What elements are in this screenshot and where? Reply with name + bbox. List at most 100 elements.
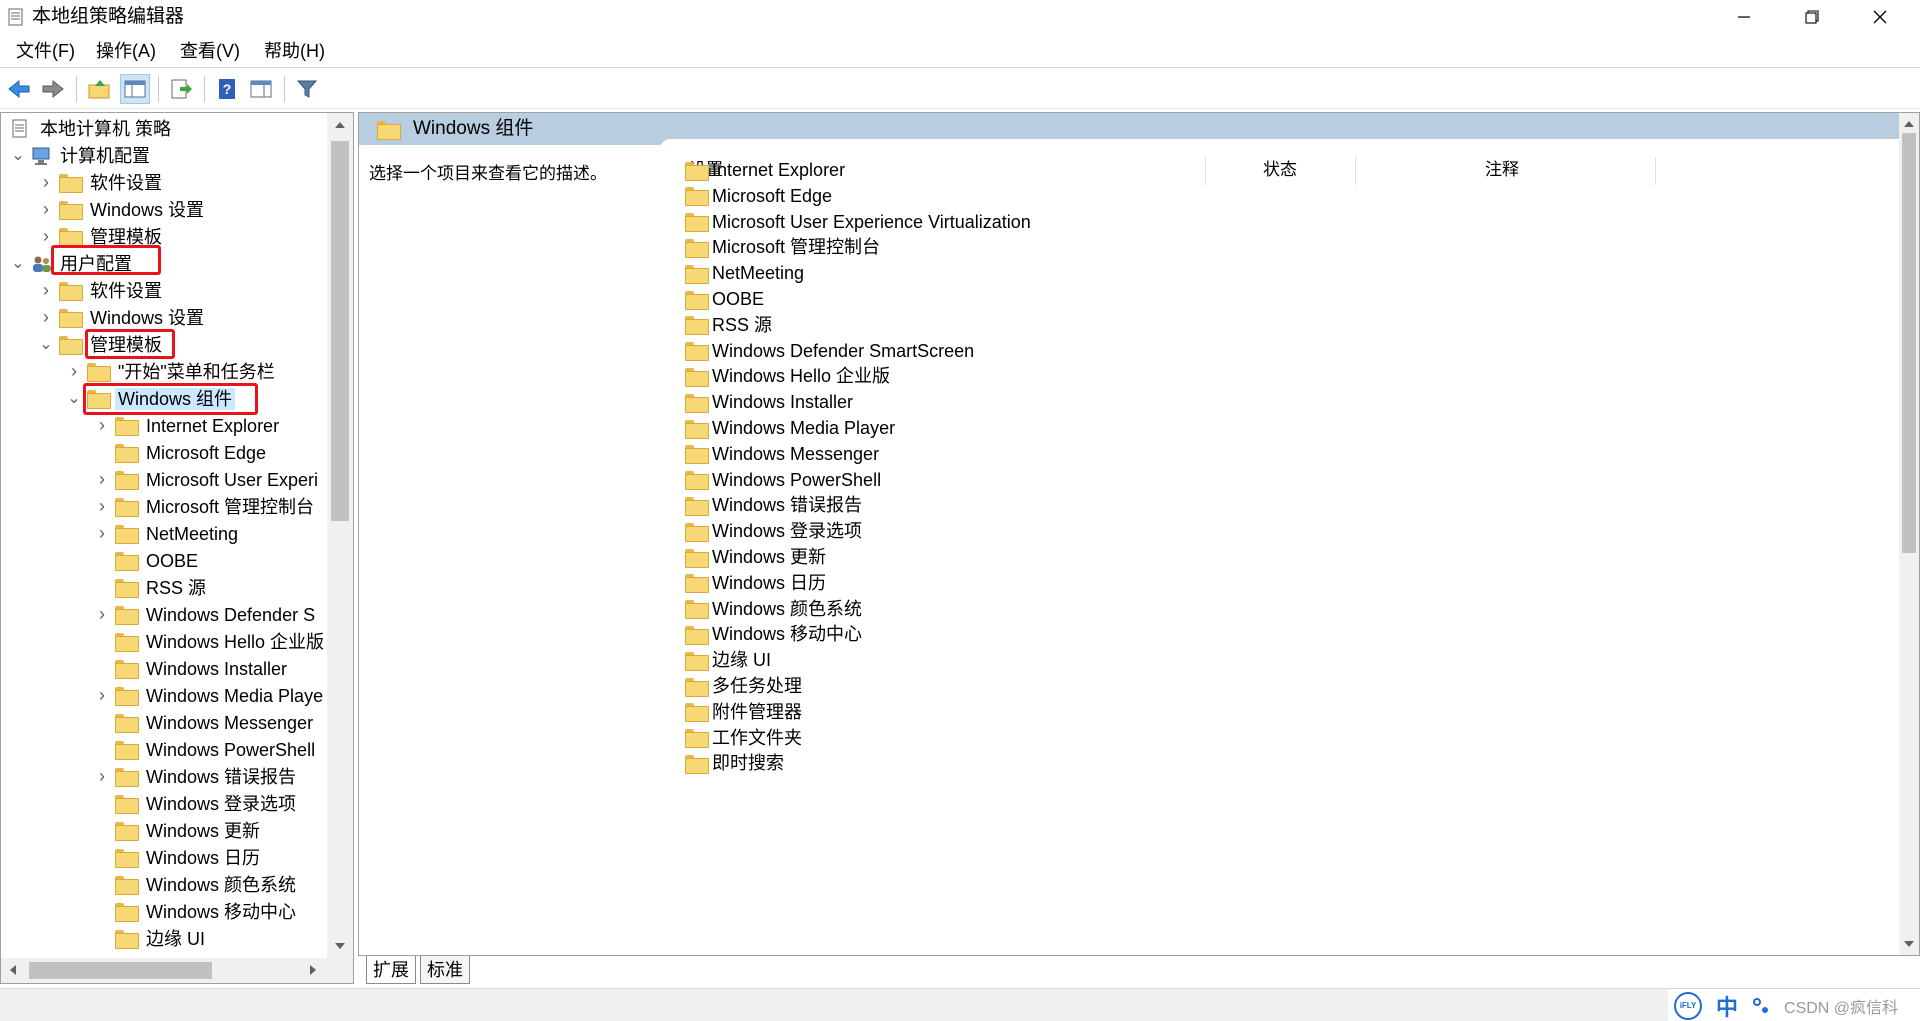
list-item[interactable]: Windows 更新	[685, 544, 826, 570]
list-item[interactable]: 多任务处理	[685, 673, 802, 699]
scroll-up-icon[interactable]	[327, 115, 353, 135]
list-item[interactable]: Windows 登录选项	[685, 518, 862, 544]
menu-action[interactable]: 操作(A)	[94, 40, 158, 62]
forward-button[interactable]	[38, 74, 68, 104]
column-header-comment[interactable]: 注释	[1485, 153, 1565, 187]
ime-toolbar[interactable]: iFLY 中 CSDN @疯信科	[1668, 989, 1920, 1021]
tree-node[interactable]: › "开始"菜单和任务栏	[67, 358, 278, 385]
tree-vertical-scrollbar[interactable]	[327, 113, 353, 958]
expand-chevron-icon[interactable]: ⌄	[67, 385, 81, 412]
list-item[interactable]: RSS 源	[685, 312, 772, 338]
collapse-chevron-icon[interactable]: ›	[67, 358, 81, 385]
expand-chevron-icon[interactable]: ⌄	[39, 331, 53, 358]
tree-node[interactable]: Windows 日历	[95, 844, 263, 871]
details-scroll-thumb[interactable]	[1902, 133, 1916, 553]
collapse-chevron-icon[interactable]: ›	[39, 169, 53, 196]
list-item[interactable]: Windows Defender SmartScreen	[685, 338, 974, 364]
tree-node[interactable]: › Windows Defender S	[95, 601, 318, 628]
tree-node[interactable]: Windows Hello 企业版	[95, 628, 327, 655]
up-folder-button[interactable]	[84, 74, 114, 104]
list-item[interactable]: Microsoft 管理控制台	[685, 234, 880, 260]
list-item[interactable]: Windows Media Player	[685, 415, 895, 441]
export-list-button[interactable]	[166, 74, 196, 104]
tree-node[interactable]: › NetMeeting	[95, 520, 241, 547]
column-separator[interactable]	[1355, 157, 1356, 185]
list-item[interactable]: Windows 日历	[685, 570, 826, 596]
list-item[interactable]: 工作文件夹	[685, 725, 802, 751]
list-item[interactable]: Microsoft User Experience Virtualization	[685, 209, 1031, 235]
list-item[interactable]: Windows 颜色系统	[685, 596, 862, 622]
list-item[interactable]: Windows Installer	[685, 389, 853, 415]
tree-horizontal-scrollbar[interactable]	[1, 958, 353, 983]
list-item[interactable]: 即时搜索	[685, 750, 784, 776]
collapse-chevron-icon[interactable]: ›	[95, 763, 109, 790]
tab-standard[interactable]: 标准	[420, 956, 470, 984]
back-button[interactable]	[4, 74, 34, 104]
tree-node[interactable]: OOBE	[95, 547, 201, 574]
tree-node[interactable]: › 软件设置	[39, 277, 165, 304]
collapse-chevron-icon[interactable]: ›	[95, 493, 109, 520]
tree-node[interactable]: › 软件设置	[39, 169, 165, 196]
tree-node[interactable]: › Windows 错误报告	[95, 763, 299, 790]
scroll-up-icon[interactable]	[1899, 115, 1919, 133]
menu-help[interactable]: 帮助(H)	[262, 40, 327, 62]
tree-node[interactable]: › Windows Media Playe	[95, 682, 326, 709]
tree-node[interactable]: Windows PowerShell	[95, 736, 318, 763]
tree-hscroll-thumb[interactable]	[29, 962, 212, 979]
list-item[interactable]: Windows Messenger	[685, 441, 879, 467]
list-item[interactable]: 边缘 UI	[685, 647, 771, 673]
tree-node[interactable]: › Microsoft User Experi	[95, 466, 321, 493]
expand-chevron-icon[interactable]: ⌄	[11, 250, 25, 277]
column-separator[interactable]	[1655, 157, 1656, 185]
restore-button[interactable]	[1778, 0, 1846, 34]
ifly-logo-icon[interactable]: iFLY	[1674, 991, 1702, 1020]
menu-file[interactable]: 文件(F)	[14, 40, 77, 62]
ime-mode-indicator[interactable]: 中	[1716, 990, 1738, 1021]
scroll-down-icon[interactable]	[327, 936, 353, 956]
collapse-chevron-icon[interactable]: ›	[95, 412, 109, 439]
details-vertical-scrollbar[interactable]	[1899, 113, 1919, 955]
filter-button[interactable]	[292, 74, 322, 104]
tree-node[interactable]: Windows 更新	[95, 817, 263, 844]
punctuation-icon[interactable]	[1752, 997, 1770, 1015]
list-item[interactable]: Windows 错误报告	[685, 492, 862, 518]
tree-scroll-thumb[interactable]	[331, 141, 349, 521]
help-button[interactable]: ?	[212, 74, 242, 104]
list-item[interactable]: Microsoft Edge	[685, 183, 832, 209]
tree-node[interactable]: Microsoft Edge	[95, 439, 269, 466]
collapse-chevron-icon[interactable]: ›	[39, 277, 53, 304]
scroll-down-icon[interactable]	[1899, 935, 1919, 953]
tree-node[interactable]: 本地计算机 策略	[5, 115, 174, 142]
tree-node[interactable]: ⌄ 计算机配置	[11, 142, 153, 169]
tree-node[interactable]: Windows Installer	[95, 655, 290, 682]
list-item[interactable]: Windows Hello 企业版	[685, 363, 890, 389]
tree-node[interactable]: Windows Messenger	[95, 709, 316, 736]
collapse-chevron-icon[interactable]: ›	[95, 466, 109, 493]
column-separator[interactable]	[1205, 157, 1206, 185]
tree-node[interactable]: 边缘 UI	[95, 925, 208, 952]
list-item[interactable]: Windows 移动中心	[685, 621, 862, 647]
scroll-right-icon[interactable]	[303, 958, 323, 983]
expand-chevron-icon[interactable]: ⌄	[11, 142, 25, 169]
collapse-chevron-icon[interactable]: ›	[95, 520, 109, 547]
tree-node[interactable]: Windows 颜色系统	[95, 871, 299, 898]
list-item[interactable]: OOBE	[685, 286, 764, 312]
collapse-chevron-icon[interactable]: ›	[39, 196, 53, 223]
show-hide-tree-button[interactable]	[120, 74, 150, 104]
list-item[interactable]: NetMeeting	[685, 260, 804, 286]
list-item[interactable]: Windows PowerShell	[685, 467, 881, 493]
list-item[interactable]: Internet Explorer	[685, 157, 845, 183]
tree-node[interactable]: › Windows 设置	[39, 304, 207, 331]
console-tree[interactable]: 本地计算机 策略 ⌄ 计算机配置 › 软件设置 › Windows 设置 › 管理模板 ⌄ 用户配置…	[0, 112, 354, 984]
column-header-state[interactable]: 状态	[1263, 153, 1343, 187]
list-item[interactable]: 附件管理器	[685, 699, 802, 725]
tree-node[interactable]: Windows 登录选项	[95, 790, 299, 817]
menu-view[interactable]: 查看(V)	[178, 40, 242, 62]
collapse-chevron-icon[interactable]: ›	[95, 682, 109, 709]
tree-node[interactable]: RSS 源	[95, 574, 209, 601]
tree-node[interactable]: › Windows 设置	[39, 196, 207, 223]
tree-node[interactable]: › Microsoft 管理控制台	[95, 493, 317, 520]
tree-node[interactable]: Windows 移动中心	[95, 898, 299, 925]
show-action-pane-button[interactable]	[246, 74, 276, 104]
collapse-chevron-icon[interactable]: ›	[95, 601, 109, 628]
